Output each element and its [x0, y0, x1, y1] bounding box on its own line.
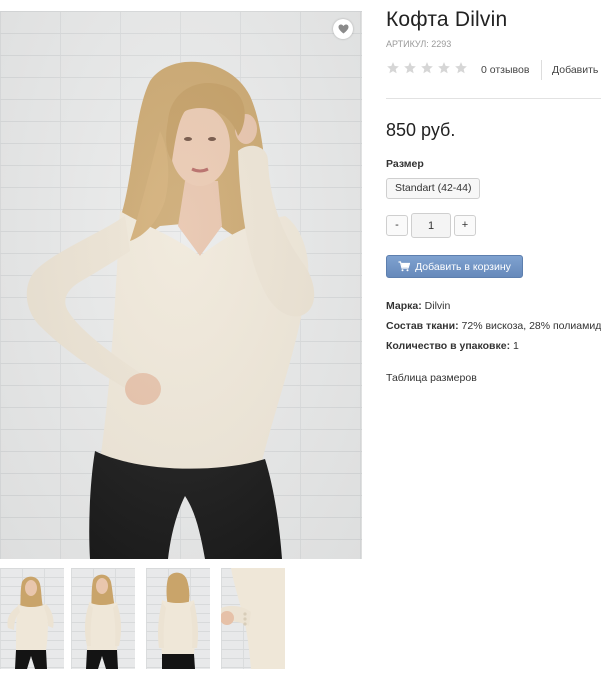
- star-icon[interactable]: [403, 61, 417, 75]
- cart-icon: [398, 261, 411, 272]
- attribute-label: Количество в упаковке:: [386, 340, 511, 352]
- main-product-image[interactable]: [0, 11, 362, 559]
- reviews-count-link[interactable]: 0 отзывов: [481, 64, 529, 76]
- attribute-value: 1: [513, 340, 519, 352]
- add-to-cart-label: Добавить в корзину: [415, 260, 511, 273]
- attribute-value: Dilvin: [424, 300, 451, 312]
- thumbnail-1[interactable]: [0, 568, 64, 669]
- attribute-value: 72% вискоза, 28% полиамид: [461, 320, 601, 332]
- thumbnail-image: [84, 574, 122, 669]
- thumbnail-image: [158, 572, 198, 669]
- thumbnail-4[interactable]: [221, 568, 285, 669]
- star-icon[interactable]: [386, 61, 400, 75]
- heart-icon: [338, 24, 348, 34]
- attribute-brand: Марка: Dilvin: [386, 300, 450, 312]
- thumbnail-image: [221, 568, 285, 669]
- product-price: 850 руб.: [386, 120, 456, 140]
- attribute-pack-quantity: Количество в упаковке: 1: [386, 340, 519, 352]
- product-sku: АРТИКУЛ: 2293: [386, 39, 452, 49]
- add-to-cart-button[interactable]: Добавить в корзину: [386, 255, 523, 278]
- thumbnail-3[interactable]: [146, 568, 210, 669]
- divider: [386, 98, 601, 99]
- favorite-button[interactable]: [333, 19, 353, 39]
- size-table-link[interactable]: Таблица размеров: [386, 372, 477, 384]
- quantity-decrease-button[interactable]: -: [386, 215, 408, 236]
- quantity-input[interactable]: [411, 213, 451, 238]
- add-review-link[interactable]: Добавить: [552, 64, 598, 76]
- quantity-increase-button[interactable]: +: [454, 215, 476, 236]
- star-icon[interactable]: [454, 61, 468, 75]
- size-heading: Размер: [386, 158, 424, 170]
- divider: [541, 60, 542, 80]
- product-title: Кофта Dilvin: [386, 8, 508, 31]
- thumbnail-2[interactable]: [71, 568, 135, 669]
- attribute-label: Состав ткани:: [386, 320, 459, 332]
- size-option-button[interactable]: Standart (42-44): [386, 178, 481, 199]
- star-icon[interactable]: [437, 61, 451, 75]
- attribute-label: Марка:: [386, 300, 422, 312]
- star-icon[interactable]: [420, 61, 434, 75]
- thumbnail-image: [7, 576, 54, 669]
- rating-stars[interactable]: [386, 61, 468, 75]
- attribute-fabric: Состав ткани: 72% вискоза, 28% полиамид: [386, 320, 601, 332]
